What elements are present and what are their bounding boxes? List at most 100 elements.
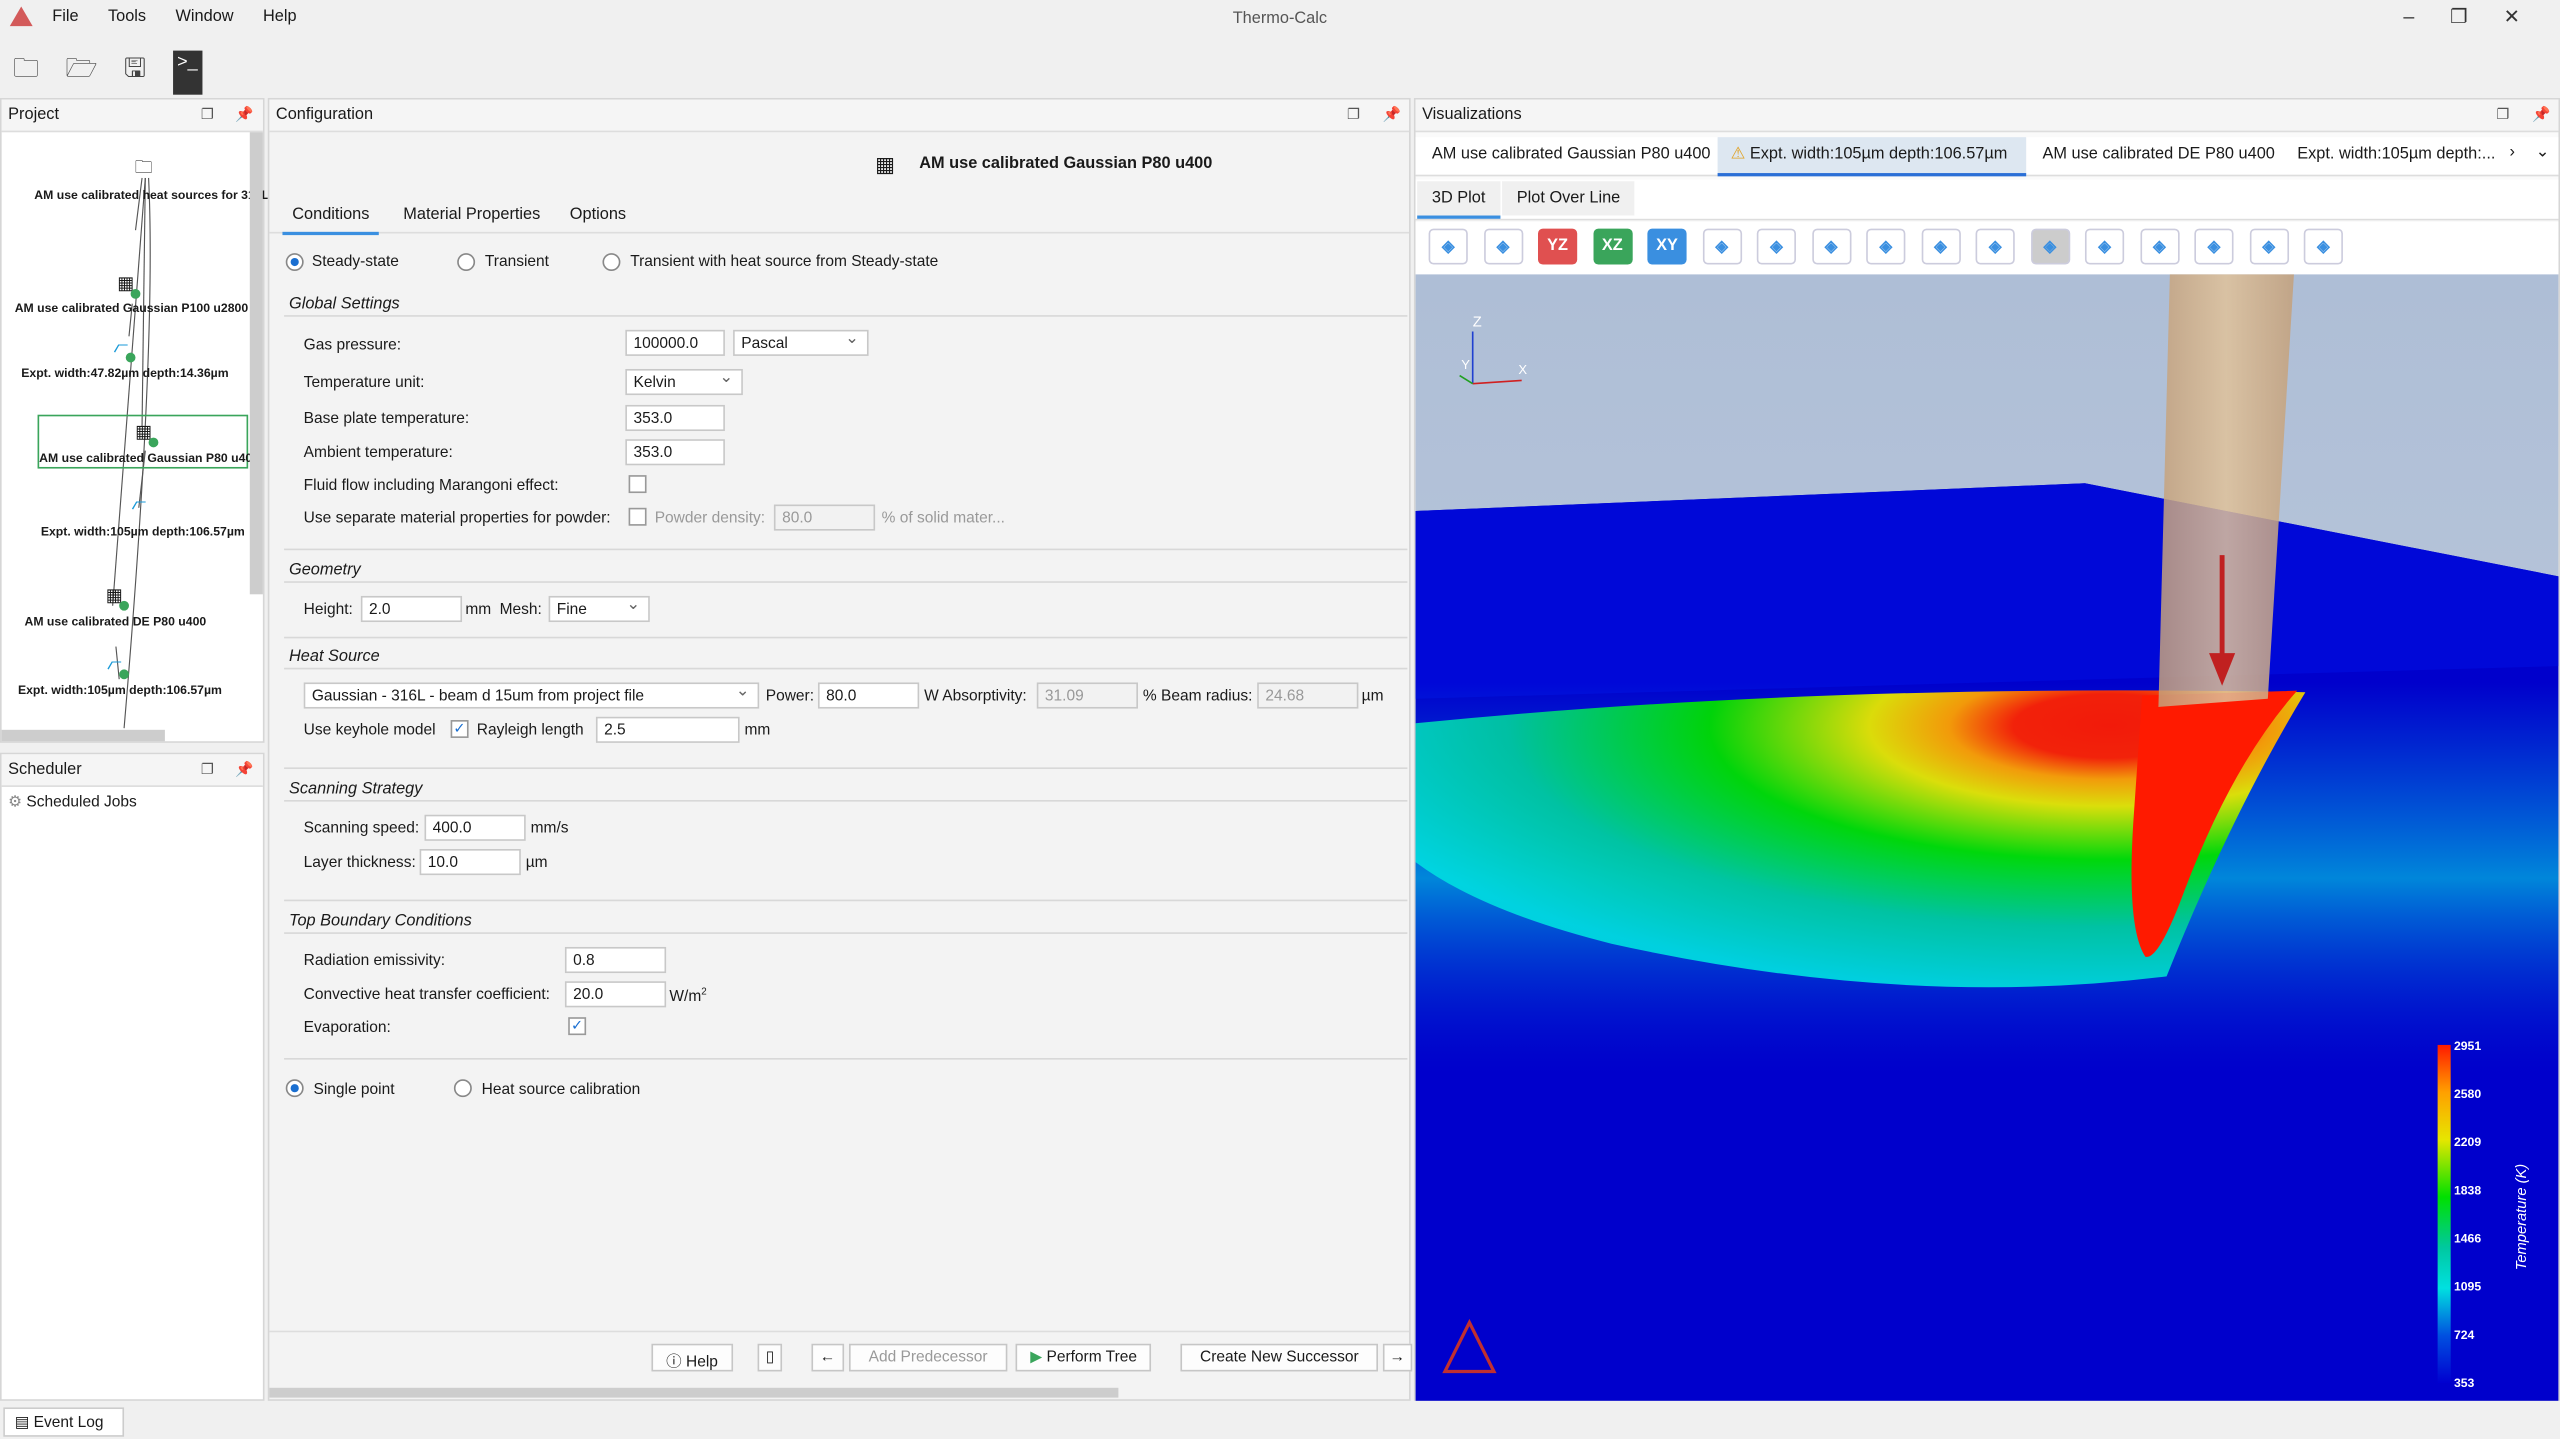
depth-icon[interactable]: ◈ [2249,228,2289,265]
tab-scroll-right-icon[interactable]: › [2509,144,2514,162]
config-horizontal-scrollbar[interactable] [269,1387,1119,1398]
box-icon[interactable]: ◈ [2139,228,2179,265]
pin-icon[interactable]: 📌 [1383,106,1401,124]
single-point-label: Single point [313,1080,395,1099]
evaporation-checkbox[interactable]: ✓ [568,1017,587,1036]
powder-checkbox[interactable] [628,507,647,526]
export-icon[interactable]: ◈ [1866,228,1906,265]
evaporation-label: Evaporation: [303,1018,391,1037]
xy-view-icon[interactable]: XY [1647,228,1687,265]
powder-density-input: 80.0 [773,504,876,531]
calibration-radio[interactable] [453,1079,472,1098]
subtab-3d-plot[interactable]: 3D Plot [1417,181,1501,219]
tree-node[interactable]: AM use calibrated heat sources for 316L [34,188,269,203]
menu-window[interactable]: Window [175,8,233,26]
menu-file[interactable]: File [52,8,78,26]
pin-icon[interactable]: 📌 [235,761,253,779]
colorbar-tick: 1838 [2454,1183,2481,1197]
rayleigh-input[interactable]: 2.5 [595,716,740,743]
open-folder-icon[interactable]: 🗀 [13,51,39,95]
reset-camera-icon[interactable]: ◈ [1428,228,1468,265]
ambient-input[interactable]: 353.0 [625,439,725,466]
single-point-radio[interactable] [285,1079,304,1098]
transient-from-steady-radio[interactable] [602,253,621,272]
rotate-y-icon[interactable]: ◈ [1756,228,1796,265]
rotate-z-icon[interactable]: ◈ [1811,228,1851,265]
arrow-left-icon: ← [819,1348,836,1367]
open-project-icon[interactable]: 🗁 [65,51,97,95]
save-icon[interactable]: 🖫 [124,51,146,95]
tree-node[interactable]: Expt. width:47.82µm depth:14.36µm [21,366,228,381]
fluid-flow-checkbox[interactable] [628,475,647,494]
float-icon[interactable]: ❐ [2496,106,2509,124]
add-predecessor-button[interactable]: Add Predecessor [849,1343,1008,1372]
viz-tab[interactable]: AM use calibrated DE P80 u400 [2043,145,2275,163]
tree-node[interactable]: Expt. width:105µm depth:106.57µm [18,682,222,697]
tree-node[interactable]: Expt. width:105µm depth:106.57µm [41,524,245,539]
notes-button[interactable]: ▯ [757,1343,783,1372]
rotate-x-icon[interactable]: ◈ [1702,228,1742,265]
menu-help[interactable]: Help [263,8,297,26]
viz-tab[interactable]: AM use calibrated Gaussian P80 u400 [1432,145,1711,163]
3d-plot[interactable]: Z Y X 2951 2580 2209 1838 1466 1095 724 353 Tempe… [1415,274,2559,1401]
slice-icon[interactable]: ◈ [2084,228,2125,265]
pin-icon[interactable]: 📌 [2532,106,2550,124]
tab-list-chevron-icon[interactable]: ⌄ [2536,144,2550,162]
beam-radius-input: 24.68 [1257,682,1359,709]
tab-options[interactable]: Options [560,198,636,232]
tree-node[interactable]: AM use calibrated DE P80 u400 [24,614,206,629]
melt-pool-icon[interactable]: ◈ [2030,228,2070,265]
vertical-scrollbar[interactable] [249,132,263,595]
tree-node[interactable]: AM use calibrated Gaussian P100 u2800 [15,300,248,315]
back-button[interactable]: ← [811,1343,844,1372]
xz-view-icon[interactable]: XZ [1592,228,1632,265]
float-icon[interactable]: ❐ [1347,106,1360,124]
menu-tools[interactable]: Tools [108,8,146,26]
width-icon[interactable]: ◈ [2194,228,2234,265]
mesh-label: Mesh: [499,600,542,619]
help-button[interactable]: ⓘ Help [651,1343,733,1372]
create-successor-button[interactable]: Create New Successor [1180,1343,1379,1372]
temperature-unit-select[interactable]: Kelvin [625,368,743,396]
viz-tab[interactable]: Expt. width:105µm depth:... [2297,145,2495,163]
minimize-button[interactable]: – [2403,5,2414,28]
perform-tree-button[interactable]: ▶ Perform Tree [1015,1343,1152,1372]
viz-tab-active[interactable]: ⚠ Expt. width:105µm depth:106.57µm [1717,137,2027,177]
isometric-view-icon[interactable]: ◈ [1483,228,1523,265]
height-input[interactable]: 2.0 [360,595,463,623]
subtab-plot-over-line[interactable]: Plot Over Line [1502,181,1635,216]
gas-pressure-input[interactable]: 100000.0 [625,329,725,356]
forward-button[interactable]: → [1382,1343,1412,1372]
console-icon[interactable]: >_ [172,50,203,95]
length-icon[interactable]: ◈ [2303,228,2343,265]
tab-material-properties[interactable]: Material Properties [393,198,550,232]
layer-input[interactable]: 10.0 [419,849,521,876]
maximize-button[interactable]: ❐ [2450,5,2468,28]
tab-conditions[interactable]: Conditions [282,198,380,236]
mesh-select[interactable]: Fine [548,595,650,623]
speed-input[interactable]: 400.0 [424,814,526,841]
keyhole-checkbox[interactable]: ✓ [450,720,469,738]
power-input[interactable]: 80.0 [817,682,920,709]
visualizations-title: Visualizations [1422,106,1522,125]
import-icon[interactable]: ◈ [1920,228,1961,265]
calculator-icon: ▦ [132,421,159,448]
grid-icon[interactable]: ◈ [1975,228,2015,265]
scheduler-panel: Scheduler ❐ 📌 ⚙ Scheduled Jobs [0,752,265,1401]
yz-view-icon[interactable]: YZ [1538,228,1578,265]
event-log-tab[interactable]: ▤ Event Log [3,1407,125,1437]
tree-node[interactable]: AM use calibrated Gaussian P80 u400 [39,451,259,466]
convective-input[interactable]: 20.0 [564,981,667,1008]
section-heat-source: Heat Source [288,648,387,667]
heat-source-select[interactable]: Gaussian - 316L - beam d 15um from proje… [303,682,760,709]
horizontal-scrollbar[interactable] [1,729,165,742]
float-icon[interactable]: ❐ [201,761,214,779]
close-button[interactable]: ✕ [2504,5,2520,28]
steady-state-radio[interactable] [285,253,304,272]
powder-label: Use separate material properties for pow… [303,509,611,528]
transient-radio[interactable] [457,253,476,272]
base-plate-input[interactable]: 353.0 [625,404,725,432]
pressure-unit-select[interactable]: Pascal [733,329,869,356]
emissivity-input[interactable]: 0.8 [564,946,667,974]
scheduled-jobs-item[interactable]: ⚙ Scheduled Jobs [8,793,137,811]
